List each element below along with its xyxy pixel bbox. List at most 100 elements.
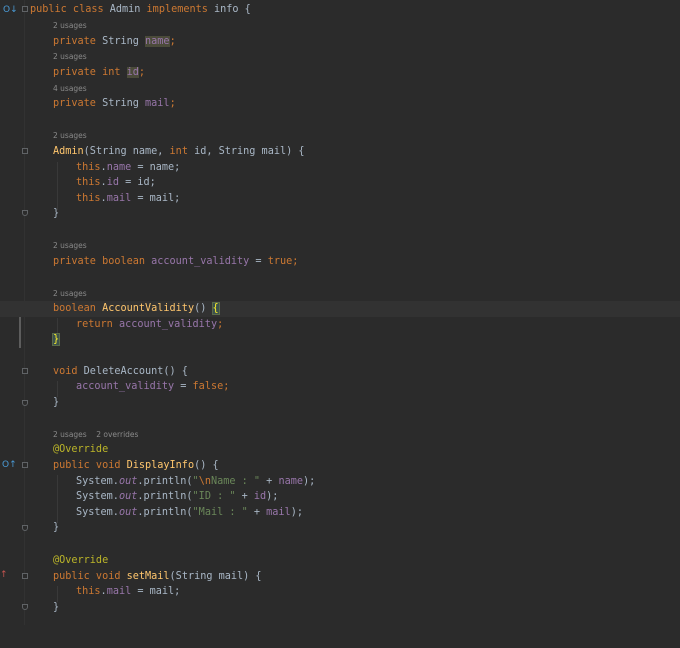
field-name: account_validity bbox=[151, 256, 250, 267]
matched-brace: { bbox=[211, 302, 220, 315]
keyword: this bbox=[76, 162, 101, 173]
code-line[interactable]: System.out.println("ID : " + id); bbox=[0, 489, 680, 505]
params: id, String mail) { bbox=[194, 146, 305, 157]
code-line[interactable]: return account_validity; bbox=[0, 317, 680, 333]
static-field: out bbox=[118, 507, 138, 518]
keyword: boolean bbox=[53, 303, 103, 314]
code-line[interactable]: Admin(String name, int id, String mail) … bbox=[0, 144, 680, 160]
class-ref: System. bbox=[76, 491, 119, 502]
semicolon: ; bbox=[292, 256, 299, 267]
field-name: name bbox=[278, 476, 303, 487]
keyword: void bbox=[53, 366, 84, 377]
closing-brace: } bbox=[53, 208, 60, 219]
usage-hint[interactable]: 2 usages bbox=[53, 240, 87, 252]
code-line[interactable]: private String mail; bbox=[0, 96, 680, 112]
annotation: @Override bbox=[53, 555, 109, 566]
current-code-line[interactable]: boolean AccountValidity() { bbox=[0, 301, 680, 317]
code-line[interactable]: System.out.println("Mail : " + mail); bbox=[0, 505, 680, 521]
operator: = bbox=[249, 256, 268, 267]
method-name: DeleteAccount bbox=[83, 366, 164, 377]
params: () { bbox=[194, 460, 219, 471]
closing-brace: } bbox=[53, 397, 60, 408]
usage-hint[interactable]: 4 usages bbox=[53, 83, 87, 95]
escape: \n bbox=[198, 476, 211, 487]
string: Name : " bbox=[210, 476, 261, 487]
closing-brace: } bbox=[53, 522, 60, 533]
code-line[interactable]: } bbox=[0, 600, 680, 616]
paren: ); bbox=[266, 491, 279, 502]
semicolon: ; bbox=[169, 36, 176, 47]
code-line[interactable]: private String name; bbox=[0, 34, 680, 50]
string: "Mail : " bbox=[192, 507, 248, 518]
paren: ); bbox=[290, 507, 303, 518]
keyword: this bbox=[76, 193, 101, 204]
code-line[interactable]: private boolean account_validity = true; bbox=[0, 254, 680, 270]
semicolon: ; bbox=[138, 67, 146, 78]
usage-hint[interactable]: 2 usages 2 overrides bbox=[53, 429, 138, 441]
type: String bbox=[102, 36, 146, 47]
usage-hint[interactable]: 2 usages bbox=[53, 20, 87, 32]
keyword: implements bbox=[146, 4, 215, 15]
semicolon: ; bbox=[217, 319, 224, 330]
field-name: mail bbox=[106, 586, 132, 597]
method-name: DisplayInfo bbox=[126, 460, 195, 471]
code-line[interactable]: private int id; bbox=[0, 65, 680, 81]
method-call: .println( bbox=[137, 476, 193, 487]
annotation: @Override bbox=[53, 444, 109, 455]
operator: + bbox=[235, 491, 254, 502]
keyword: this bbox=[76, 586, 101, 597]
keyword: public void bbox=[53, 571, 127, 582]
usage-hint[interactable]: 2 usages bbox=[53, 288, 87, 300]
expression: = mail; bbox=[131, 586, 181, 597]
params: (String name, bbox=[83, 146, 170, 157]
code-line[interactable]: this.name = name; bbox=[0, 160, 680, 176]
code-line[interactable]: this.id = id; bbox=[0, 175, 680, 191]
field-name: account_validity bbox=[76, 381, 175, 392]
static-field: out bbox=[118, 476, 138, 487]
field-name: mail bbox=[106, 193, 132, 204]
class-ref: System. bbox=[76, 507, 119, 518]
code-line[interactable]: @Override bbox=[0, 553, 680, 569]
semicolon: ; bbox=[223, 381, 230, 392]
usage-hint[interactable]: 2 usages bbox=[53, 130, 87, 142]
field-name: id bbox=[253, 491, 267, 502]
keyword: public class bbox=[30, 4, 110, 15]
code-line[interactable]: } bbox=[0, 332, 680, 348]
field-name: id bbox=[126, 67, 139, 78]
field-name: name bbox=[145, 36, 170, 47]
code-line[interactable]: } bbox=[0, 206, 680, 222]
field-name: mail bbox=[266, 507, 291, 518]
method-call: .println( bbox=[137, 491, 193, 502]
code-line[interactable]: } bbox=[0, 520, 680, 536]
type: String bbox=[102, 98, 146, 109]
usage-hint[interactable]: 2 usages bbox=[53, 51, 87, 63]
semicolon: ; bbox=[169, 98, 176, 109]
code-line[interactable]: void DeleteAccount() { bbox=[0, 364, 680, 380]
field-name: id bbox=[106, 177, 119, 188]
code-line[interactable]: public void setMail(String mail) { bbox=[0, 569, 680, 585]
literal: false bbox=[192, 381, 224, 392]
operator: = bbox=[174, 381, 193, 392]
code-line[interactable]: @Override bbox=[0, 442, 680, 458]
code-line[interactable]: this.mail = mail; bbox=[0, 191, 680, 207]
keyword: return bbox=[76, 319, 119, 330]
keyword: private int bbox=[53, 67, 127, 78]
code-line[interactable]: } bbox=[0, 395, 680, 411]
static-field: out bbox=[118, 491, 138, 502]
keyword: private bbox=[53, 98, 103, 109]
params: () bbox=[194, 303, 213, 314]
expression: = name; bbox=[131, 162, 181, 173]
code-line[interactable]: this.mail = mail; bbox=[0, 584, 680, 600]
params: (String mail) { bbox=[169, 571, 262, 582]
code-line[interactable]: public void DisplayInfo() { bbox=[0, 458, 680, 474]
expression: = id; bbox=[118, 177, 156, 188]
code-line[interactable]: System.out.println("\nName : " + name); bbox=[0, 474, 680, 490]
code-line[interactable]: account_validity = false; bbox=[0, 379, 680, 395]
expression: = mail; bbox=[131, 193, 181, 204]
interface-name: info { bbox=[214, 4, 251, 15]
code-editor[interactable]: O↓ O↑ ↑ public class Admin implements in… bbox=[0, 0, 680, 625]
code-line[interactable]: public class Admin implements info { bbox=[0, 2, 680, 18]
method-name: Admin bbox=[53, 146, 84, 157]
method-name: AccountValidity bbox=[102, 303, 195, 314]
paren: ); bbox=[303, 476, 316, 487]
